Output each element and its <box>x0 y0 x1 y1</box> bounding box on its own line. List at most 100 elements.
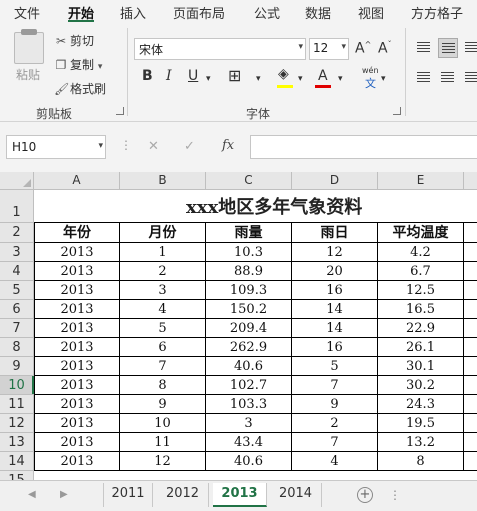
chevron-down-icon[interactable]: ▾ <box>206 74 211 84</box>
table-cell[interactable]: 40.6 <box>206 357 292 376</box>
clipboard-launcher-icon[interactable] <box>116 107 124 115</box>
font-size-select[interactable]: 12 ▾ <box>309 38 349 60</box>
table-cell[interactable]: 2013 <box>34 376 120 395</box>
row-header-15[interactable]: 15 <box>0 471 34 480</box>
table-cell[interactable]: 11 <box>120 433 206 452</box>
table-cell[interactable]: 24.3 <box>378 395 464 414</box>
chevron-down-icon[interactable]: ▾ <box>98 141 103 151</box>
row-header-1[interactable]: 1 <box>0 190 34 223</box>
column-header-e[interactable]: E <box>378 172 464 190</box>
table-cell[interactable]: 30.2 <box>378 376 464 395</box>
insert-function-button[interactable]: fx <box>222 138 234 153</box>
cell-f-partial[interactable] <box>464 319 477 338</box>
row-header-12[interactable]: 12 <box>0 414 34 433</box>
column-header-f[interactable] <box>464 172 477 190</box>
align-middle-button[interactable] <box>438 38 458 58</box>
table-cell[interactable]: 9 <box>120 395 206 414</box>
align-right-button[interactable] <box>462 68 477 88</box>
chevron-down-icon[interactable]: ▾ <box>298 74 303 84</box>
row-header-9[interactable]: 9 <box>0 357 34 376</box>
row-header-2[interactable]: 2 <box>0 223 34 243</box>
table-cell[interactable]: 12 <box>292 243 378 262</box>
table-cell[interactable]: 26.1 <box>378 338 464 357</box>
table-cell[interactable]: 14 <box>292 319 378 338</box>
table-cell[interactable]: 10 <box>120 414 206 433</box>
sheet-tab-2013[interactable]: 2013 <box>213 483 267 507</box>
row-header-3[interactable]: 3 <box>0 243 34 262</box>
scroll-left-icon[interactable]: ◀ <box>28 489 36 500</box>
more-options-icon[interactable]: ⋮ <box>389 488 401 502</box>
italic-button[interactable]: I <box>166 68 172 84</box>
table-cell[interactable]: 40.6 <box>206 452 292 471</box>
cell-f-partial[interactable] <box>464 433 477 452</box>
confirm-icon[interactable]: ✓ <box>184 139 195 154</box>
cell-f-partial[interactable] <box>464 376 477 395</box>
cell-f-partial[interactable] <box>464 281 477 300</box>
row-header-6[interactable]: 6 <box>0 300 34 319</box>
grow-font-button[interactable]: A^ <box>355 40 371 57</box>
cancel-icon[interactable]: ✕ <box>148 139 159 154</box>
table-cell[interactable]: 14 <box>292 300 378 319</box>
align-center-button[interactable] <box>438 68 458 88</box>
name-box[interactable]: H10 ▾ <box>6 135 106 159</box>
table-cell[interactable]: 7 <box>292 433 378 452</box>
cut-button[interactable]: ✂ 剪切 <box>54 32 94 49</box>
table-cell[interactable]: 4 <box>292 452 378 471</box>
cell-f-partial[interactable] <box>464 300 477 319</box>
column-header-c[interactable]: C <box>206 172 292 190</box>
align-left-button[interactable] <box>414 68 434 88</box>
chevron-down-icon[interactable]: ▾ <box>338 74 343 84</box>
table-cell[interactable]: 2013 <box>34 433 120 452</box>
borders-icon[interactable]: ⊞ <box>228 66 241 85</box>
menu-view[interactable]: 视图 <box>358 3 384 22</box>
column-header-a[interactable]: A <box>34 172 120 190</box>
table-cell[interactable]: 5 <box>292 357 378 376</box>
sheet-tab-2014[interactable]: 2014 <box>270 483 322 507</box>
header-cell[interactable]: 雨量 <box>206 223 292 243</box>
table-cell[interactable]: 2013 <box>34 281 120 300</box>
shrink-font-button[interactable]: Aˇ <box>378 40 392 57</box>
sheet-tab-2012[interactable]: 2012 <box>157 483 209 507</box>
table-cell[interactable]: 30.1 <box>378 357 464 376</box>
table-cell[interactable]: 12.5 <box>378 281 464 300</box>
row-header-14[interactable]: 14 <box>0 452 34 471</box>
underline-button[interactable]: U <box>188 68 198 84</box>
menu-fangfang[interactable]: 方方格子 <box>411 3 463 22</box>
row-header-13[interactable]: 13 <box>0 433 34 452</box>
sheet-tab-2011[interactable]: 2011 <box>103 483 153 507</box>
row-header-8[interactable]: 8 <box>0 338 34 357</box>
table-cell[interactable]: 6.7 <box>378 262 464 281</box>
table-cell[interactable]: 109.3 <box>206 281 292 300</box>
table-cell[interactable]: 2 <box>292 414 378 433</box>
cell-f-partial[interactable] <box>464 452 477 471</box>
sheet-title[interactable]: xxx地区多年气象资料 <box>34 190 477 223</box>
row-header-5[interactable]: 5 <box>0 281 34 300</box>
table-cell[interactable]: 10.3 <box>206 243 292 262</box>
cell-f-partial[interactable] <box>464 262 477 281</box>
cell-f-partial[interactable] <box>464 223 477 243</box>
table-cell[interactable]: 103.3 <box>206 395 292 414</box>
table-cell[interactable]: 7 <box>120 357 206 376</box>
formula-input[interactable] <box>250 135 477 159</box>
table-cell[interactable]: 20 <box>292 262 378 281</box>
menu-insert[interactable]: 插入 <box>120 3 146 22</box>
select-all-corner[interactable] <box>0 172 34 190</box>
table-cell[interactable]: 4.2 <box>378 243 464 262</box>
table-cell[interactable]: 16 <box>292 338 378 357</box>
table-cell[interactable]: 9 <box>292 395 378 414</box>
font-launcher-icon[interactable] <box>393 107 401 115</box>
table-cell[interactable]: 12 <box>120 452 206 471</box>
cell-f-partial[interactable] <box>464 357 477 376</box>
chevron-down-icon[interactable]: ▾ <box>256 74 261 84</box>
table-cell[interactable]: 8 <box>120 376 206 395</box>
header-cell[interactable]: 平均温度 <box>378 223 464 243</box>
format-painter-button[interactable]: 🖌格式刷 <box>54 80 106 97</box>
cell-f-partial[interactable] <box>464 414 477 433</box>
table-cell[interactable]: 2013 <box>34 395 120 414</box>
table-cell[interactable]: 3 <box>120 281 206 300</box>
table-cell[interactable]: 7 <box>292 376 378 395</box>
table-cell[interactable]: 2013 <box>34 243 120 262</box>
table-cell[interactable]: 8 <box>378 452 464 471</box>
table-cell[interactable]: 2013 <box>34 319 120 338</box>
fill-color-icon[interactable]: ◈ <box>278 66 289 82</box>
